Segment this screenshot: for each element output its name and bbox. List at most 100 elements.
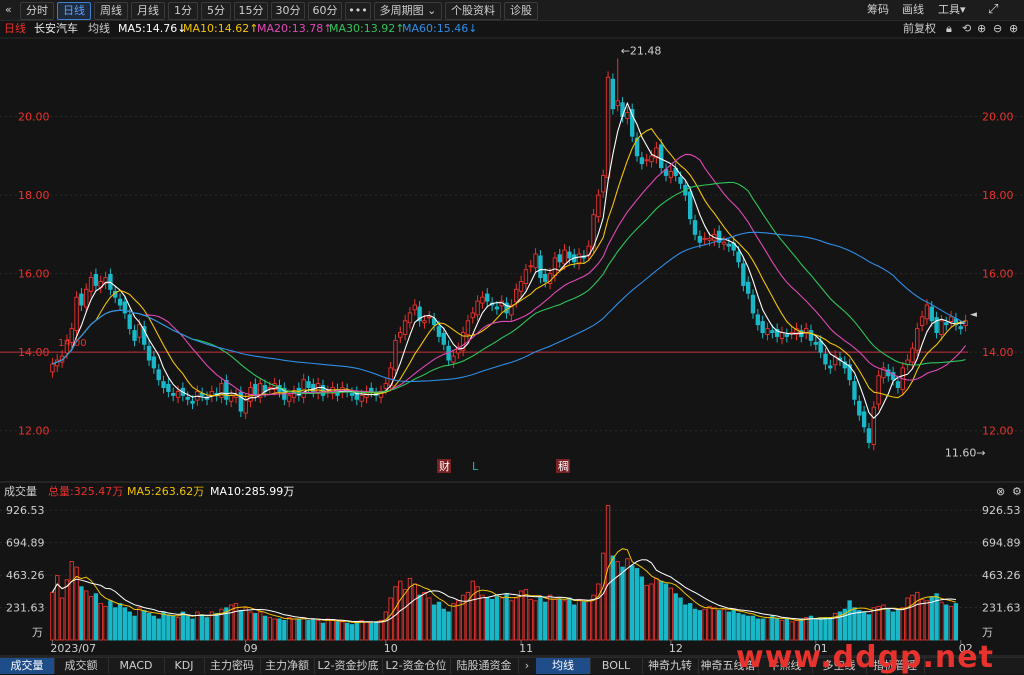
indicator-tab-6[interactable]: L2-资金抄底 (314, 658, 383, 674)
candle-body (702, 237, 707, 240)
volume-bar (142, 610, 147, 641)
volume-bar (654, 577, 659, 641)
volume-bar (344, 622, 350, 641)
volume-bar (122, 607, 128, 641)
volume-bar (315, 619, 321, 641)
volume-bar (528, 598, 533, 641)
volume-bar (267, 617, 273, 641)
volume-bar (514, 597, 519, 641)
volume-bar (712, 607, 717, 641)
volume-bar (320, 622, 326, 641)
volume-bar (301, 617, 306, 641)
volume-bar (702, 608, 707, 641)
volume-bar (687, 603, 693, 641)
candle-body (402, 320, 408, 335)
price-tick-left: 20.00 (18, 111, 50, 124)
volume-bar (98, 603, 103, 641)
volume-bar (431, 604, 437, 641)
candle-body (784, 334, 790, 337)
indicator-tab-7[interactable]: L2-资金仓位 (382, 658, 451, 674)
volume-bar (750, 615, 756, 641)
settings-icon[interactable]: ⚙︎ (1012, 484, 1022, 500)
volume-bar (659, 580, 664, 641)
x-label: 12 (669, 642, 683, 655)
volume-bar (649, 583, 654, 641)
candle-body (823, 353, 828, 365)
volume-bar (866, 614, 872, 641)
volume-tick-left: 926.53 (6, 504, 45, 517)
volume-bar (881, 604, 886, 641)
x-label: 2023/07 (50, 642, 96, 655)
volume-bar (919, 598, 925, 641)
volume-bar (470, 580, 475, 641)
indicator-tab-0[interactable]: 成交量 (0, 658, 55, 674)
volume-bar (794, 619, 799, 641)
candle-body (533, 253, 538, 269)
volume-bar (876, 605, 881, 641)
volume-bar (146, 612, 152, 641)
indicator-tab-5[interactable]: 主力净额 (260, 658, 315, 674)
volume-bar (373, 621, 379, 641)
volume-bar (668, 587, 674, 641)
volume-tick-left: 463.26 (6, 569, 45, 582)
indicator-tab-11[interactable]: BOLL (590, 658, 643, 674)
event-marker-event1: 财 (439, 459, 450, 473)
volume-bar (847, 600, 852, 641)
volume-bar (88, 596, 94, 641)
volume-bar (272, 618, 277, 641)
candle-body (523, 269, 529, 284)
volume-bar (412, 583, 417, 641)
candle-body (422, 320, 427, 324)
candle-body (639, 157, 645, 165)
candle-body (185, 396, 190, 400)
indicator-tab-4[interactable]: 主力密码 (204, 658, 261, 674)
candle-body (494, 306, 500, 310)
volume-bar (929, 596, 934, 641)
indicator-tab-9[interactable]: › (518, 658, 537, 674)
volume-bar (808, 615, 814, 641)
volume-bar (282, 619, 287, 641)
watermark: www.ddgp.net (736, 640, 994, 675)
volume-bar (610, 555, 616, 641)
volume-bar (953, 603, 959, 641)
candle-body (601, 175, 606, 193)
candle-body (514, 288, 519, 303)
candle-body (745, 281, 751, 294)
volume-bar (620, 566, 625, 641)
volume-bar (296, 618, 302, 641)
candle-body (924, 304, 930, 320)
kline-chart[interactable]: 12.00 12.00 14.00 14.00 16.00 16.00 18.00 18.00… (0, 0, 1024, 673)
indicator-tab-12[interactable]: 神奇九转 (642, 658, 699, 674)
indicator-tab-3[interactable]: KDJ (164, 658, 205, 674)
candle-body (161, 381, 166, 388)
volume-bar (779, 619, 785, 641)
volume-bar (446, 611, 451, 641)
volume-bar (335, 621, 340, 641)
indicator-tab-8[interactable]: 陆股通资金 (450, 658, 519, 674)
volume-bar (238, 610, 244, 641)
indicator-tab-10[interactable]: 均线 (536, 658, 591, 674)
candle-body (707, 237, 712, 241)
candle-body (866, 428, 872, 443)
volume-bar (562, 600, 567, 641)
event-marker-event2: L (472, 460, 479, 473)
volume-bar (818, 617, 823, 641)
candle-body (596, 194, 601, 218)
high-label: ←21.48 (621, 44, 662, 57)
volume-bar (354, 621, 359, 641)
volume-bar (910, 594, 915, 641)
price-tick-left: 16.00 (18, 268, 50, 281)
volume-ma5: MA5:263.62万 (127, 485, 205, 498)
volume-bar (286, 617, 292, 641)
candle-body (562, 249, 567, 265)
indicator-tab-2[interactable]: MACD (108, 658, 165, 674)
price-tick-right: 16.00 (982, 268, 1014, 281)
volume-tick-right: 694.89 (982, 537, 1021, 550)
candle-body (538, 255, 543, 279)
close-icon[interactable]: ⊗ (996, 484, 1005, 500)
ma60-line (52, 231, 966, 383)
x-label: 11 (519, 642, 533, 655)
candle-body (393, 339, 398, 371)
indicator-tab-1[interactable]: 成交额 (54, 658, 109, 674)
volume-bar (489, 598, 495, 641)
